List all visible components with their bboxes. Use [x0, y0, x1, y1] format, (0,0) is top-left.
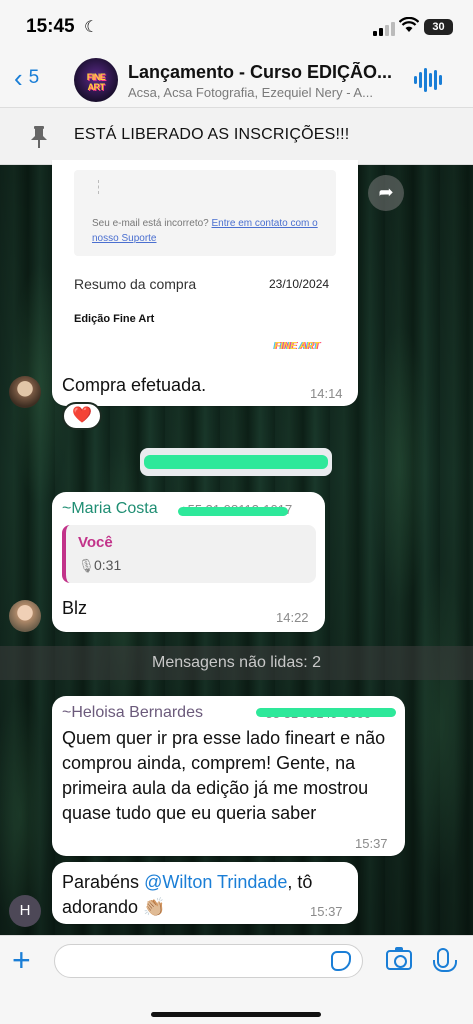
camera-icon[interactable]	[386, 947, 412, 970]
message-time: 15:37	[310, 904, 343, 919]
moon-icon: ☾	[84, 19, 99, 36]
redaction-mark	[144, 455, 328, 469]
sender-name[interactable]: ~Heloisa Bernardes	[62, 704, 203, 722]
product-name: Edição Fine Art	[74, 313, 155, 325]
chevron-left-icon: ‹	[14, 63, 23, 93]
message-input[interactable]	[54, 944, 363, 978]
product-logo: FINE ART	[274, 341, 320, 352]
message-email-card[interactable]: Seu e-mail está incorreto? Entre em cont…	[52, 160, 358, 406]
purchase-date: 23/10/2024	[269, 277, 330, 291]
purchase-summary-label: Resumo da compra	[74, 276, 197, 292]
signal-icon	[373, 22, 395, 36]
message-heloisa[interactable]: ~Heloisa Bernardes +55 31 99149-0600 Que…	[52, 696, 405, 856]
message-input-bar: +	[0, 935, 473, 1024]
message-text: Quem quer ir pra esse lado fineart e não…	[62, 728, 386, 823]
sender-avatar[interactable]: H	[9, 895, 41, 927]
quote-author: Você	[78, 534, 113, 551]
group-avatar-logo: FINE ART	[86, 72, 106, 92]
email-hint: Seu e-mail está incorreto? Entre em cont…	[92, 218, 318, 244]
message-time: 15:37	[355, 836, 388, 851]
microphone-icon: 🎙	[78, 558, 95, 573]
email-preview: Seu e-mail está incorreto? Entre em cont…	[74, 170, 336, 256]
status-time: 15:45	[26, 16, 75, 37]
redaction-mark	[256, 708, 396, 717]
sender-avatar[interactable]	[9, 376, 41, 408]
forward-icon[interactable]: ➦	[368, 175, 404, 211]
plus-icon[interactable]: +	[12, 944, 31, 976]
message-maria[interactable]: ~Maria Costa +55 31 98113-1017 Você 🎙 0:…	[52, 492, 325, 632]
microphone-icon[interactable]	[433, 948, 457, 972]
sender-name[interactable]: ~Maria Costa	[62, 500, 158, 518]
group-name[interactable]: Lançamento - Curso EDIÇÃO...	[128, 62, 398, 83]
message-text: Compra efetuada.	[62, 375, 207, 395]
message-time: 14:14	[310, 386, 343, 401]
message-text: Parabéns @Wilton Trindade, tô adorando 👏…	[62, 872, 313, 917]
voice-duration: 0:31	[94, 557, 122, 573]
user-mention[interactable]: @Wilton Trindade	[144, 872, 287, 892]
chat-header: ‹ 5 FINE ART Lançamento - Curso EDIÇÃO..…	[0, 52, 473, 108]
status-bar: 15:45 ☾ 30	[0, 0, 473, 52]
quoted-voice-message[interactable]: Você 🎙 0:31	[62, 525, 316, 583]
group-avatar[interactable]: FINE ART	[74, 58, 118, 102]
pinned-message[interactable]: ESTÁ LIBERADO AS INSCRIÇÕES!!!	[0, 108, 473, 165]
system-message	[140, 448, 332, 476]
unread-chats-count: 5	[28, 67, 40, 88]
heart-reaction[interactable]: ❤️	[62, 402, 102, 430]
unread-messages-divider: Mensagens não lidas: 2	[0, 646, 473, 680]
group-members[interactable]: Acsa, Acsa Fotografia, Ezequiel Nery - A…	[128, 85, 403, 100]
home-indicator	[151, 1012, 321, 1017]
pinned-text: ESTÁ LIBERADO AS INSCRIÇÕES!!!	[74, 126, 350, 143]
audio-waveform-icon[interactable]	[414, 68, 442, 92]
pin-icon	[28, 125, 50, 154]
back-button[interactable]: ‹ 5	[14, 63, 40, 93]
redaction-mark	[178, 507, 288, 516]
wifi-icon	[398, 16, 420, 38]
message-text: Blz	[62, 598, 88, 618]
message-time: 14:22	[276, 610, 309, 625]
battery-icon: 30	[424, 19, 453, 35]
message-parabens[interactable]: Parabéns @Wilton Trindade, tô adorando 👏…	[52, 862, 358, 924]
sender-avatar[interactable]	[9, 600, 41, 632]
